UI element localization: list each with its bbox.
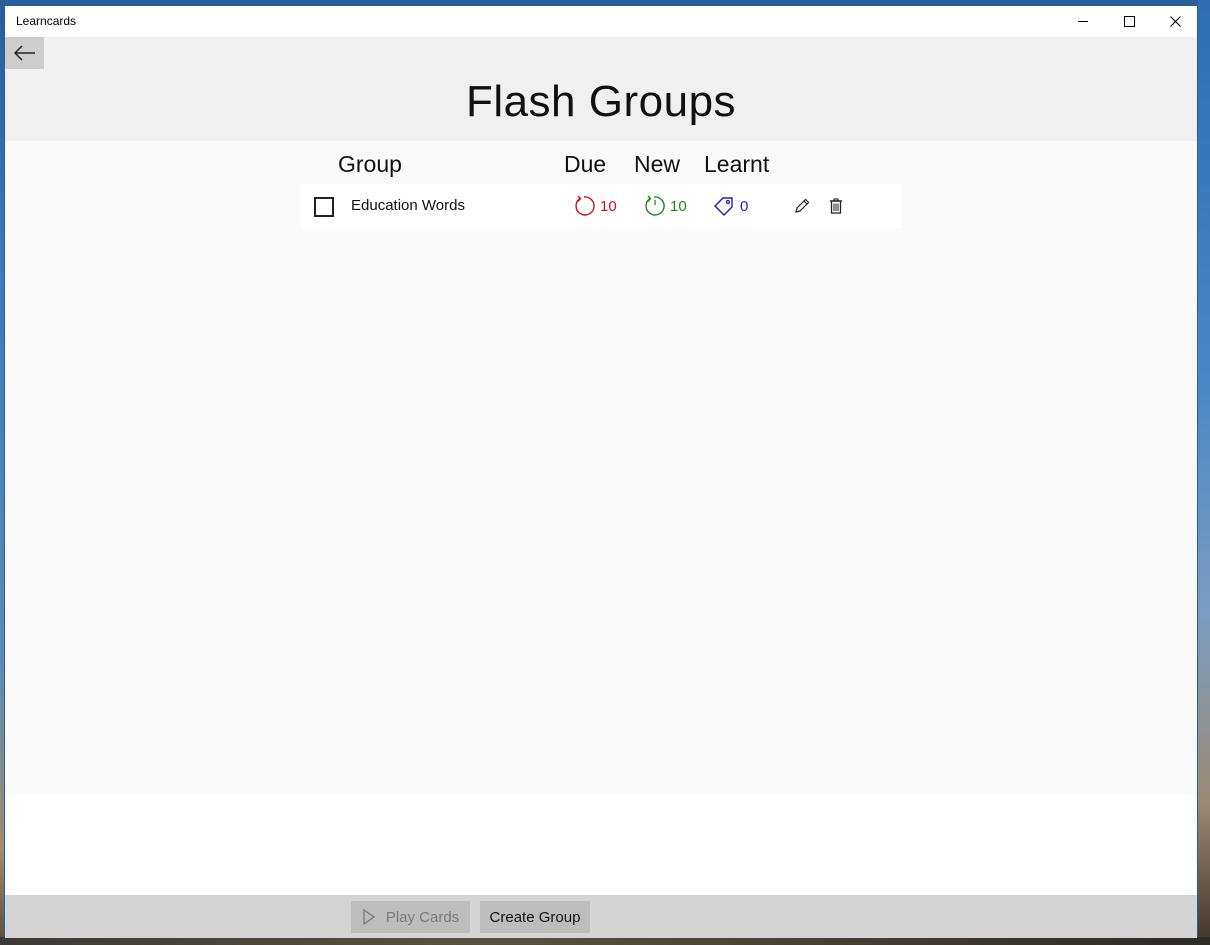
command-bar: Play Cards Create Group <box>5 895 1197 938</box>
play-cards-button[interactable]: Play Cards <box>351 901 470 933</box>
maximize-icon <box>1123 16 1135 27</box>
pencil-icon <box>795 198 810 213</box>
trash-icon <box>830 198 842 214</box>
column-header-new: New <box>634 151 681 177</box>
play-icon <box>363 909 375 925</box>
learnt-count: 0 <box>713 195 748 217</box>
column-header-due: Due <box>564 151 607 177</box>
close-button[interactable] <box>1152 6 1198 37</box>
page-header: Flash Groups <box>5 37 1197 141</box>
app-window: Learncards Flash Groups Group Due New Le… <box>4 5 1198 938</box>
page-title: Flash Groups <box>465 77 737 126</box>
learnt-value: 0 <box>740 197 749 215</box>
back-button[interactable] <box>5 37 44 69</box>
column-header-group: Group <box>338 151 402 177</box>
desktop-wallpaper-bottom <box>0 937 1210 945</box>
play-cards-label: Play Cards <box>385 908 460 926</box>
group-name: Education Words <box>351 197 465 214</box>
new-count: 10 <box>643 195 687 217</box>
minimize-icon <box>1077 21 1088 22</box>
maximize-button[interactable] <box>1106 6 1152 37</box>
tag-icon <box>714 197 733 216</box>
table-row[interactable]: Education Words 10 10 0 <box>301 184 901 228</box>
due-value: 10 <box>600 197 617 215</box>
arrow-left-icon <box>13 45 35 61</box>
desktop-wallpaper-right <box>1198 0 1210 945</box>
row-checkbox[interactable] <box>314 197 334 217</box>
window-title: Learncards <box>16 14 77 28</box>
refresh-icon <box>575 195 595 216</box>
groups-list-area: Group Due New Learnt Education Words 10 <box>5 141 1197 795</box>
edit-button[interactable] <box>791 195 813 217</box>
close-icon <box>1169 16 1181 27</box>
column-header-learnt: Learnt <box>704 151 770 177</box>
title-bar[interactable]: Learncards <box>5 6 1197 37</box>
new-value: 10 <box>670 197 687 215</box>
delete-button[interactable] <box>825 195 847 217</box>
refresh-one-icon <box>645 195 665 216</box>
content-footer-spacer <box>5 795 1197 895</box>
create-group-button[interactable]: Create Group <box>480 901 590 933</box>
minimize-button[interactable] <box>1060 6 1106 37</box>
due-count: 10 <box>573 195 617 217</box>
create-group-label: Create Group <box>489 908 581 926</box>
